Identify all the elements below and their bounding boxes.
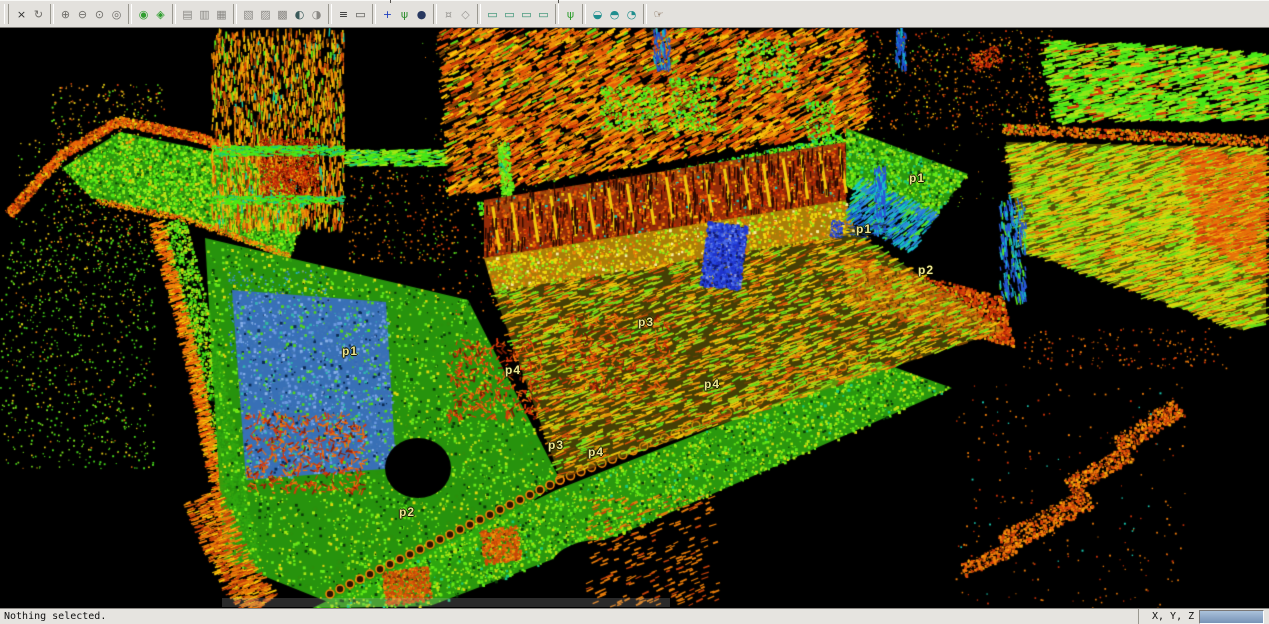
clear-fence-tool[interactable]: ▦ (213, 3, 230, 25)
zoom-in-tool[interactable]: ⊕ (57, 3, 74, 25)
status-bar: Nothing selected. X, Y, Z (0, 608, 1269, 624)
toolbar-separator (172, 4, 176, 24)
toolbar-items: ×↻⊕⊖⊙◎◉◈▤▥▦▧▨▩◐◑≡▭+ψ●¤◇▭▭▭▭ψ◒◓◔☞ (13, 3, 667, 25)
slab-tool-4[interactable]: ▭ (535, 3, 552, 25)
zoom-out-tool[interactable]: ⊖ (74, 3, 91, 25)
orbit-tool[interactable]: ↻ (30, 3, 47, 25)
main-toolbar: ×↻⊕⊖⊙◎◉◈▤▥▦▧▨▩◐◑≡▭+ψ●¤◇▭▭▭▭ψ◒◓◔☞ (0, 0, 1269, 28)
toolbar-separator (555, 4, 559, 24)
cloud-brush-tool[interactable]: ψ (396, 3, 413, 25)
paste-fence-tool[interactable]: ▥ (196, 3, 213, 25)
slab-tool-1[interactable]: ▭ (484, 3, 501, 25)
toolbar-separator (582, 4, 586, 24)
point-cloud-canvas[interactable] (0, 28, 1269, 608)
ground-haze-strip (222, 598, 670, 607)
coord-axes-tool[interactable]: + (379, 3, 396, 25)
settings-tool[interactable]: ¤ (440, 3, 457, 25)
pick-point-tool[interactable]: ◉ (135, 3, 152, 25)
clipboard-tool[interactable]: ▭ (352, 3, 369, 25)
zoom-window-tool[interactable]: ⊙ (91, 3, 108, 25)
coords-label: X, Y, Z (1152, 611, 1194, 622)
point-cloud-viewport: p1p1p2p3p4p1p4p3p4p2 (0, 28, 1269, 608)
toolbar-grip[interactable] (4, 4, 9, 24)
limit-box-tool-2[interactable]: ◓ (606, 3, 623, 25)
slab-tool-3[interactable]: ▭ (518, 3, 535, 25)
toolbar-separator (433, 4, 437, 24)
select-tool[interactable]: × (13, 3, 30, 25)
app-window: { "toolbar": { "groups": [ {"items":[{"n… (0, 0, 1269, 624)
zoom-extents-tool[interactable]: ◎ (108, 3, 125, 25)
render-sphere-tool[interactable]: ● (413, 3, 430, 25)
toolbar-separator (477, 4, 481, 24)
copy-fence-tool[interactable]: ▤ (179, 3, 196, 25)
toolbar-separator (372, 4, 376, 24)
toolbar-separator (643, 4, 647, 24)
toolbar-separator (128, 4, 132, 24)
status-message: Nothing selected. (4, 611, 106, 622)
slab-tool-2[interactable]: ▭ (501, 3, 518, 25)
dock-separator-tick-1 (390, 0, 391, 3)
fern-card-tool[interactable]: ψ (562, 3, 579, 25)
walk-mode-tool[interactable]: ◐ (291, 3, 308, 25)
dock-separator-tick-2 (558, 0, 559, 3)
find-tool[interactable]: ◑ (308, 3, 325, 25)
limit-box-tool-1[interactable]: ◒ (589, 3, 606, 25)
toolbar-separator (50, 4, 54, 24)
pan-hand-tool[interactable]: ☞ (650, 3, 667, 25)
object-list-tool[interactable]: ≡ (335, 3, 352, 25)
grab-view-tool[interactable]: ▧ (240, 3, 257, 25)
toolbar-separator (328, 4, 332, 24)
status-divider (1138, 609, 1139, 624)
stamp-tool[interactable]: ▩ (274, 3, 291, 25)
toolbar-separator (233, 4, 237, 24)
cube-tools[interactable]: ◇ (457, 3, 474, 25)
limit-box-tool-3[interactable]: ◔ (623, 3, 640, 25)
coords-readout-panel (1199, 610, 1264, 624)
multi-pick-tool[interactable]: ◈ (152, 3, 169, 25)
layers-tool[interactable]: ▨ (257, 3, 274, 25)
